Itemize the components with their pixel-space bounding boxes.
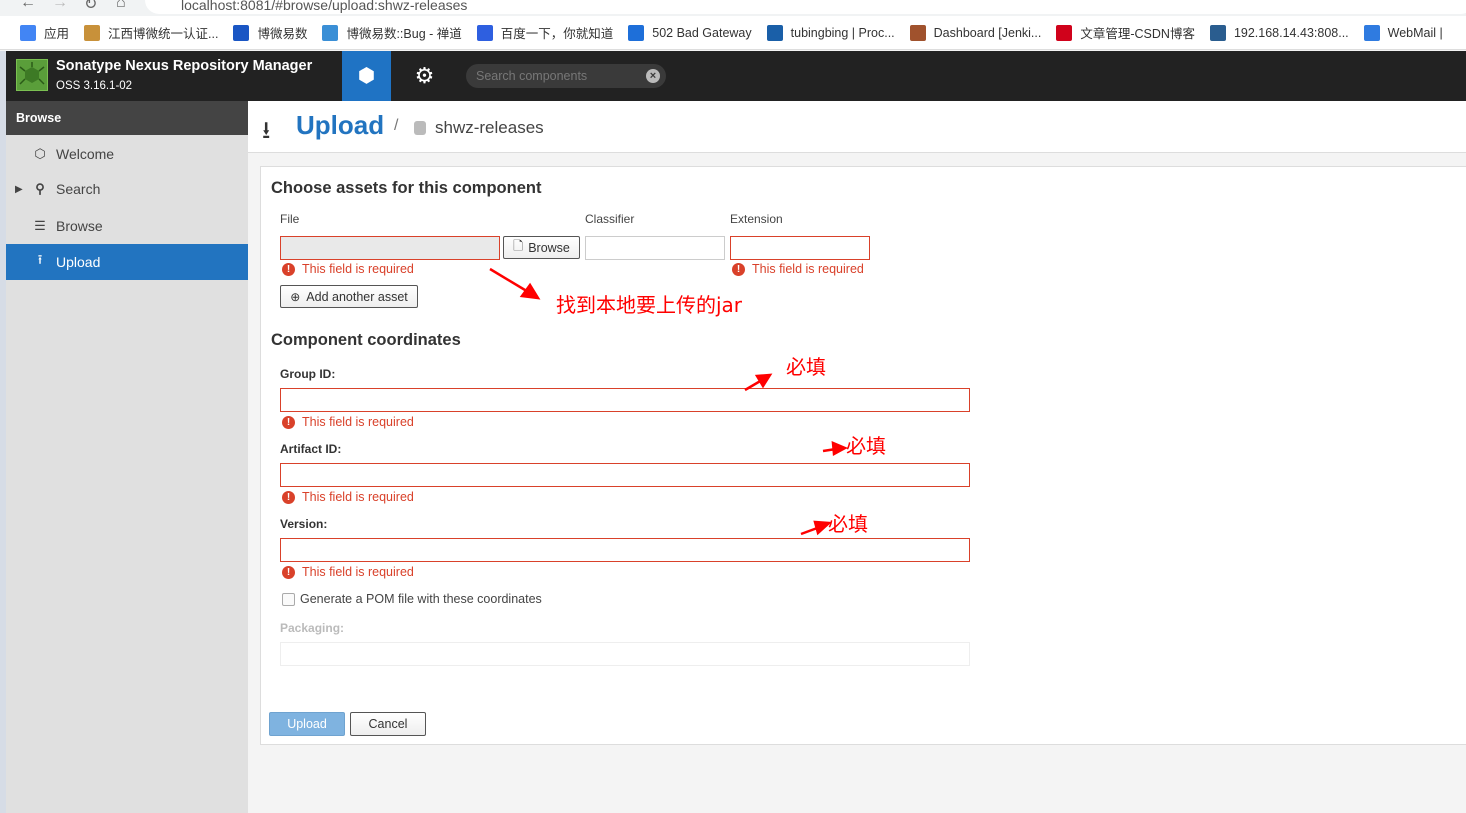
- annotation-file-note: 找到本地要上传的jar: [556, 293, 743, 317]
- annotation-arrowhead: [831, 441, 848, 457]
- annotation-required-artifact: 必填: [846, 434, 886, 458]
- annotation-required-version: 必填: [828, 512, 868, 536]
- annotation-arrowhead: [754, 373, 773, 389]
- annotation-arrows: [489, 267, 848, 536]
- annotation-arrowhead: [813, 520, 833, 536]
- annotation-arrowhead: [519, 282, 541, 300]
- annotation-arrow-file: [489, 267, 531, 295]
- annotation-required-group: 必填: [786, 355, 826, 379]
